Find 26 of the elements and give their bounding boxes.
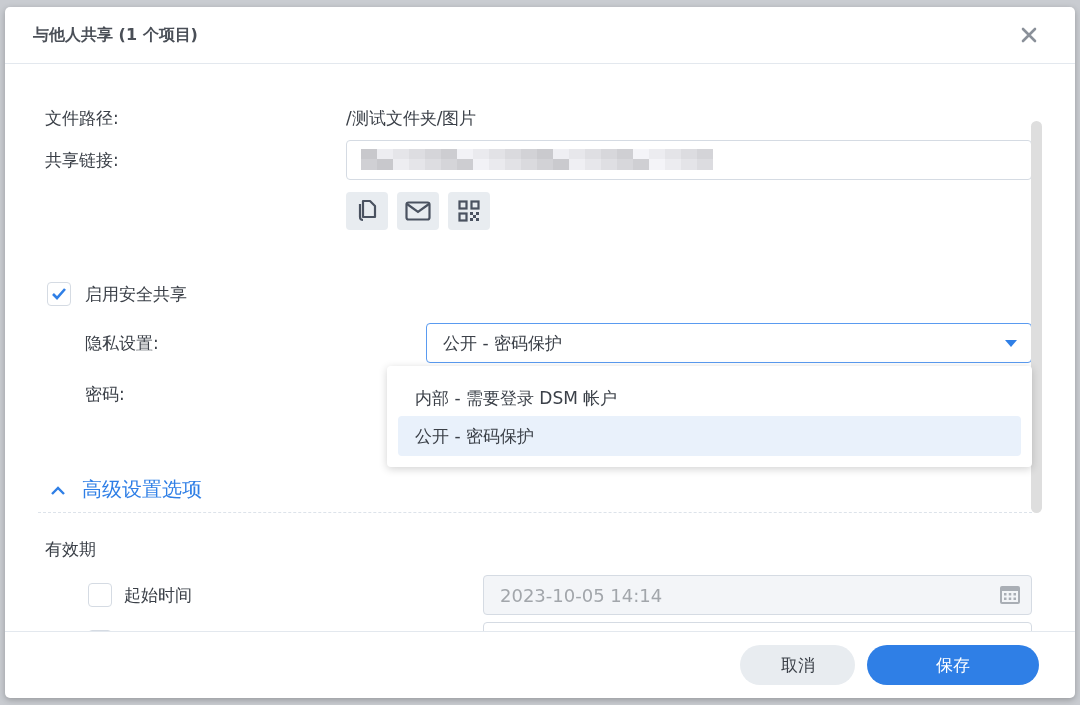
field-label: 文件路径: (45, 106, 120, 130)
qr-code-icon (458, 200, 480, 222)
checkbox-label: 启用安全共享 (85, 282, 187, 306)
dropdown-option[interactable]: 公开 - 密码保护 (398, 416, 1021, 456)
copy-icon (356, 199, 378, 223)
email-button[interactable] (397, 192, 439, 230)
save-button[interactable]: 保存 (867, 645, 1039, 685)
scrollbar[interactable] (1031, 121, 1042, 513)
dialog-title: 与他人共享 (1 个项目) (33, 24, 198, 46)
envelope-icon (405, 201, 431, 221)
dropdown-option[interactable]: 内部 - 需要登录 DSM 帐户 (398, 384, 1021, 414)
field-label: 隐私设置: (84, 331, 160, 355)
file-path: /测试文件夹/图片 (346, 106, 477, 130)
field-label: 共享链接: (45, 148, 120, 172)
copy-button[interactable] (346, 192, 388, 230)
checkbox-label: 起始时间 (124, 583, 193, 607)
checkbox[interactable] (47, 282, 71, 306)
cancel-button[interactable]: 取消 (740, 645, 855, 685)
checkmark-icon (51, 287, 67, 301)
section-label: 有效期 (45, 538, 97, 561)
advanced-settings-link[interactable]: 高级设置选项 (82, 476, 202, 503)
caret-icon (1005, 339, 1017, 347)
close-icon[interactable] (1021, 27, 1037, 43)
field-label: 密码: (84, 382, 126, 406)
chevron-up-icon[interactable] (50, 484, 66, 495)
qr-code-button[interactable] (448, 192, 490, 230)
